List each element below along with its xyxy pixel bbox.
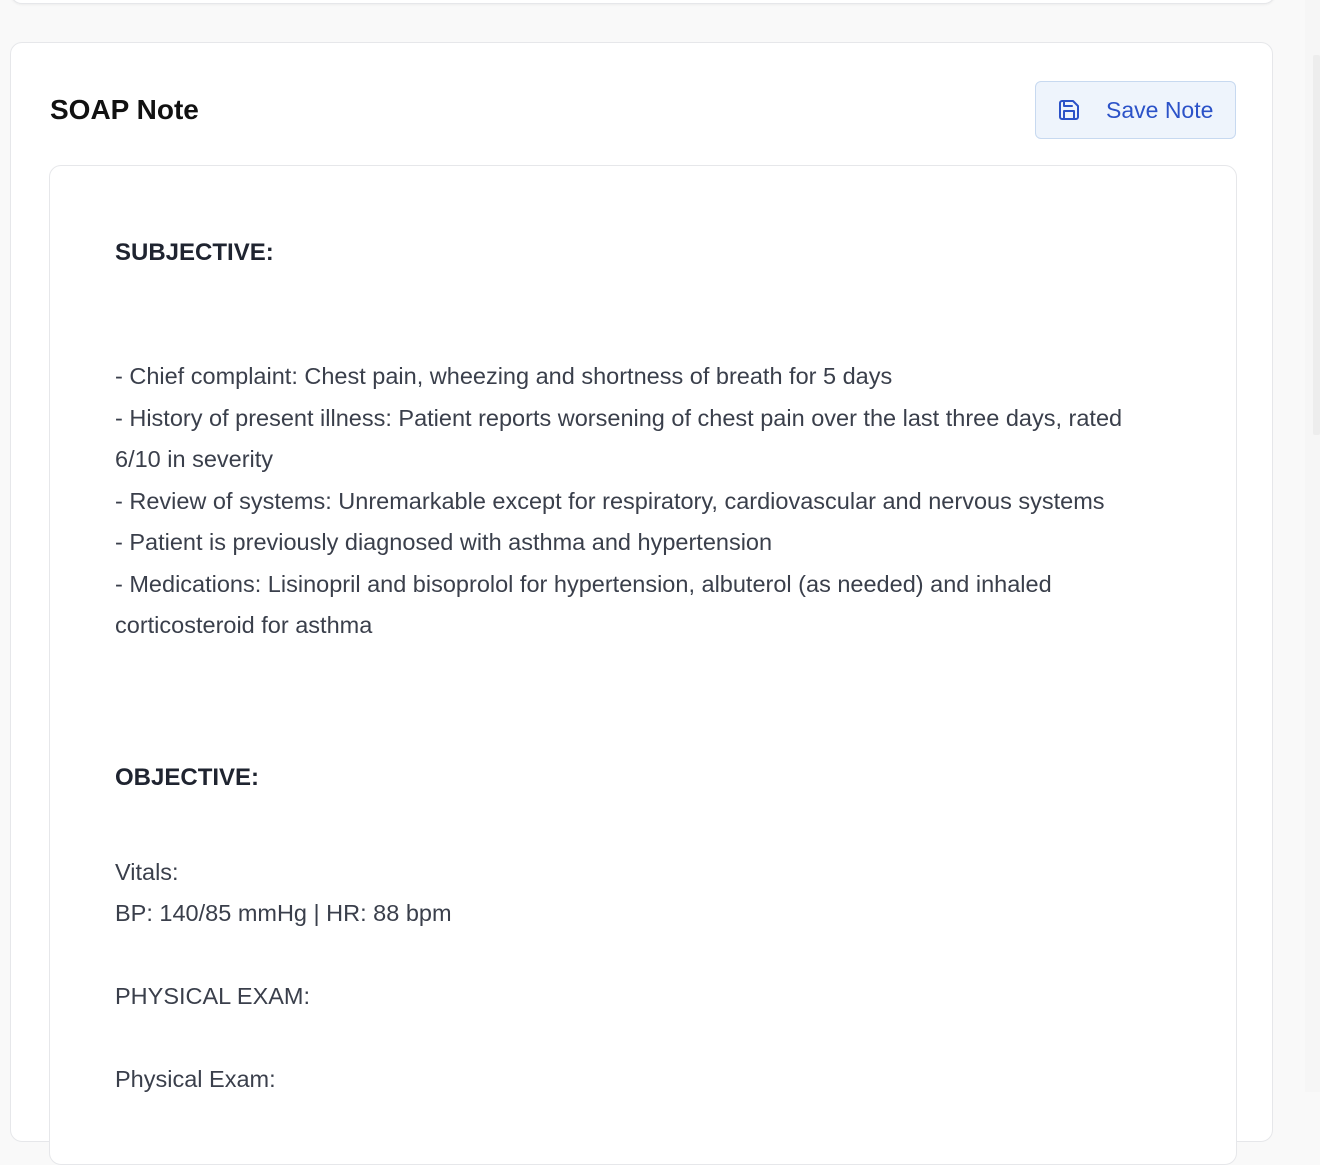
card-title: SOAP Note [50, 94, 199, 125]
save-icon [1059, 100, 1079, 120]
subjective-list: - Chief complaint: Chest pain, wheezing … [115, 356, 1165, 647]
list-item: - Medications: Lisinopril and bisoprolol… [115, 570, 1052, 639]
vitals-label: Vitals: [115, 859, 179, 885]
physical-exam-label: Physical Exam: [115, 1066, 276, 1092]
soap-note-card: SOAP Note Save Note SUBJECTIVE: - Chief … [10, 42, 1273, 1165]
soap-note-content[interactable]: SUBJECTIVE: - Chief complaint: Chest pai… [49, 165, 1237, 1165]
vitals-values: BP: 140/85 mmHg | HR: 88 bpm [115, 900, 452, 926]
previous-card [10, 0, 1276, 4]
scrollbar-thumb[interactable] [1313, 55, 1320, 435]
subjective-heading: SUBJECTIVE: [115, 239, 274, 266]
physical-exam-heading: PHYSICAL EXAM: [115, 983, 311, 1009]
list-item: - Chief complaint: Chest pain, wheezing … [115, 363, 893, 389]
save-note-button[interactable]: Save Note [1035, 81, 1236, 139]
save-note-label: Save Note [1106, 97, 1214, 123]
list-item: - Review of systems: Unremarkable except… [115, 487, 1105, 514]
objective-heading: OBJECTIVE: [115, 764, 260, 791]
list-item: - History of present illness: Patient re… [115, 404, 1123, 473]
list-item: - Patient is previously diagnosed with a… [115, 529, 773, 555]
